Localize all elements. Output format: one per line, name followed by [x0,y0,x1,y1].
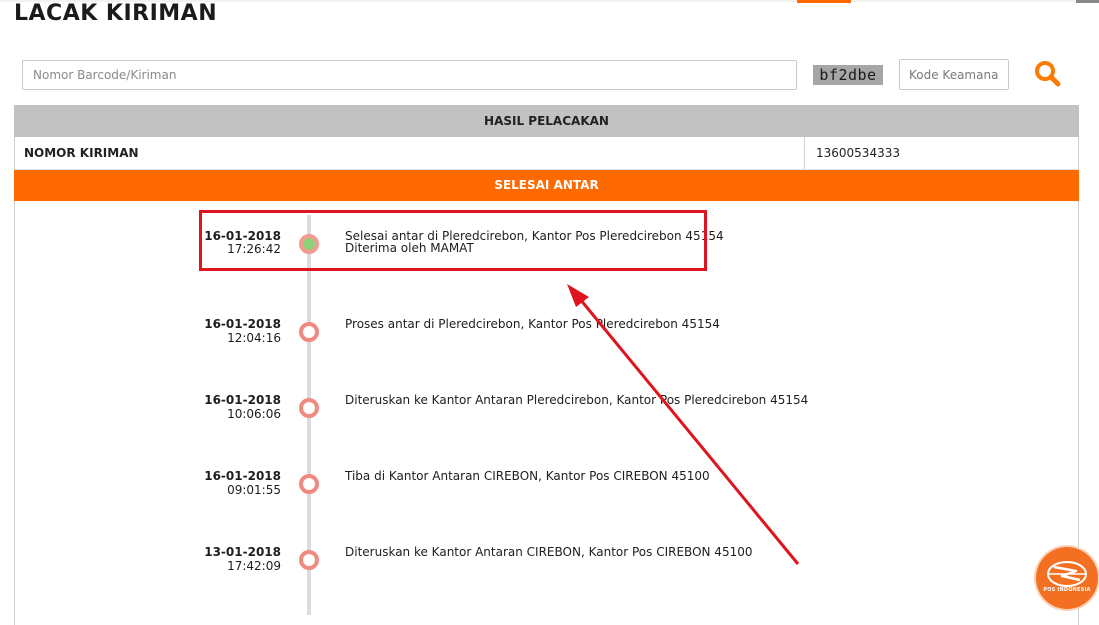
status-bar: SELESAI ANTAR [14,170,1079,201]
event-description: Tiba di Kantor Antaran CIREBON, Kantor P… [345,469,710,483]
event-date: 13-01-2018 [204,545,281,559]
pos-indonesia-logo[interactable] [1036,547,1098,609]
event-time: 12:04:16 [227,331,281,345]
captcha-image: bf2dbe [813,65,883,85]
event-time: 10:06:06 [227,407,281,421]
event-date: 16-01-2018 [204,317,281,331]
timeline-dot [299,550,319,570]
event-date: 16-01-2018 [204,469,281,483]
barcode-input[interactable] [22,60,797,90]
event-description: Diteruskan ke Kantor Antaran Pleredcireb… [345,393,809,407]
logo-text: POS INDONESIA [1043,587,1091,593]
event-description: Diteruskan ke Kantor Antaran CIREBON, Ka… [345,545,753,559]
page-title: LACAK KIRIMAN [14,1,218,26]
globe-bird-icon [1047,561,1087,587]
security-code-input[interactable] [899,59,1009,90]
results-header: HASIL PELACAKAN [14,105,1079,137]
shipment-number-label: NOMOR KIRIMAN [14,137,804,170]
timeline-dot [299,474,319,494]
top-right-edge [1076,0,1099,3]
search-icon [1035,61,1061,87]
timeline-dot [299,322,319,342]
timeline-dot [299,398,319,418]
event-time: 09:01:55 [227,483,281,497]
event-date: 16-01-2018 [204,393,281,407]
shipment-number-value: 13600534333 [804,137,1079,170]
search-button[interactable] [1032,58,1064,90]
event-description: Proses antar di Pleredcirebon, Kantor Po… [345,317,720,331]
event-time: 17:42:09 [227,559,281,573]
annotation-highlight-box [199,210,707,271]
active-nav-indicator [797,0,851,3]
